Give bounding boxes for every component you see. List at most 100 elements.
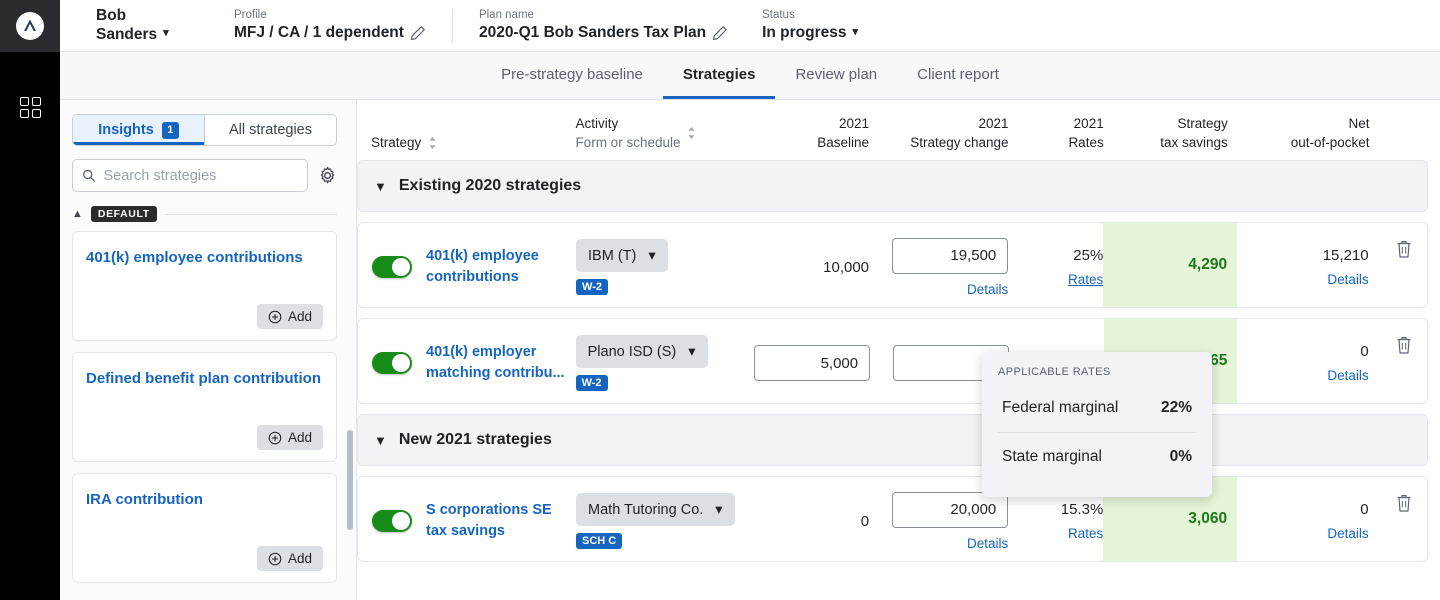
- strategy-name-link[interactable]: 401(k) employee contributions: [426, 246, 576, 288]
- status-label: Status: [762, 9, 795, 21]
- net-out-of-pocket-cell: 0 Details: [1237, 477, 1381, 561]
- baseline-input[interactable]: 5,000: [754, 345, 871, 381]
- client-selector[interactable]: Bob Sanders ▾: [96, 4, 206, 48]
- column-header-savings-bottom: tax savings: [1160, 135, 1228, 150]
- group-divider-line: [164, 213, 337, 215]
- profile-value: MFJ / CA / 1 dependent: [234, 24, 404, 41]
- tab-all-strategies[interactable]: All strategies: [205, 115, 336, 145]
- rates-link[interactable]: Rates: [1068, 526, 1103, 541]
- strategy-name-link[interactable]: 401(k) employer matching contribu...: [426, 342, 576, 384]
- section-header-new-2021[interactable]: ▼ New 2021 strategies: [357, 414, 1428, 466]
- client-first-name: Bob: [96, 7, 127, 24]
- search-box[interactable]: [72, 159, 308, 192]
- activity-cell: Plano ISD (S) ▾ W-2: [575, 319, 755, 403]
- plus-circle-icon: [268, 431, 282, 444]
- column-header-rates-top: 2021: [1073, 116, 1104, 131]
- plan-name-label: Plan name: [478, 9, 534, 21]
- strategy-name-link[interactable]: S corporations SE tax savings: [426, 500, 576, 542]
- baseline-cell: 5,000: [754, 319, 871, 403]
- search-input[interactable]: [103, 167, 298, 184]
- add-strategy-button[interactable]: Add: [256, 304, 323, 329]
- baseline-value: 0: [860, 512, 870, 530]
- strategy-toggle[interactable]: [372, 510, 412, 532]
- form-badge: SCH C: [576, 533, 623, 549]
- sidebar-scrollbar[interactable]: [347, 430, 353, 530]
- trash-icon[interactable]: [1395, 335, 1413, 355]
- tab-strategies[interactable]: Strategies: [662, 53, 776, 99]
- search-row: [72, 159, 337, 192]
- tax-savings-value: 4,290: [1188, 256, 1228, 273]
- column-header-baseline: 2021 Baseline: [755, 114, 869, 152]
- profile-label: Profile: [234, 9, 267, 21]
- column-header-net-top: Net: [1348, 116, 1370, 131]
- plus-circle-icon: [268, 310, 282, 323]
- header-divider: [451, 8, 453, 43]
- section-title: Existing 2020 strategies: [398, 177, 582, 194]
- add-strategy-button[interactable]: Add: [256, 425, 323, 450]
- gear-icon[interactable]: [318, 166, 337, 185]
- form-badge: W-2: [576, 279, 608, 295]
- client-last-name: Sanders: [96, 25, 158, 43]
- tab-review-plan[interactable]: Review plan: [775, 53, 897, 99]
- column-header-activity[interactable]: Activity Form or schedule: [575, 114, 754, 152]
- tab-client-report[interactable]: Client report: [897, 53, 1019, 99]
- column-header-activity-label: Activity: [575, 116, 619, 131]
- list-item[interactable]: IRA contribution Add: [72, 473, 337, 583]
- section-header-existing-2020[interactable]: ▼ Existing 2020 strategies: [357, 160, 1428, 212]
- strategies-table: Strategy Activity Form or schedule 2021 …: [357, 100, 1440, 600]
- sidebar-item-dashboard[interactable]: [0, 78, 60, 136]
- corvee-logo[interactable]: [16, 12, 44, 40]
- logo-icon: [24, 19, 36, 31]
- insight-card-list: 401(k) employee contributions Add Define…: [72, 231, 337, 583]
- activity-cell: IBM (T) ▾ W-2: [576, 223, 755, 307]
- rates-link[interactable]: Rates: [1068, 272, 1103, 287]
- change-details-link[interactable]: Details: [967, 282, 1008, 297]
- status-block[interactable]: Status In progress ▾: [762, 4, 858, 48]
- column-header-change-bottom: Strategy change: [910, 135, 1009, 150]
- list-item[interactable]: 401(k) employee contributions Add: [72, 231, 337, 341]
- table-row: 401(k) employee contributions IBM (T) ▾ …: [357, 222, 1428, 308]
- column-header-strategy[interactable]: Strategy: [357, 133, 575, 152]
- trash-icon[interactable]: [1395, 493, 1413, 513]
- trash-icon[interactable]: [1395, 239, 1413, 259]
- plan-block: Plan name 2020-Q1 Bob Sanders Tax Plan: [479, 4, 728, 48]
- add-strategy-button[interactable]: Add: [256, 546, 323, 571]
- net-details-link[interactable]: Details: [1327, 368, 1368, 383]
- tab-insights[interactable]: Insights 1: [73, 115, 204, 145]
- state-marginal-value: 0%: [1169, 448, 1192, 465]
- strategy-toggle[interactable]: [372, 352, 412, 374]
- activity-select[interactable]: IBM (T) ▾: [576, 239, 668, 272]
- edit-pencil-icon[interactable]: [410, 25, 426, 41]
- strategy-cell: 401(k) employee contributions: [358, 223, 576, 307]
- column-header-activity-sub: Form or schedule: [575, 135, 681, 150]
- tab-pre-strategy-baseline[interactable]: Pre-strategy baseline: [481, 53, 663, 99]
- net-details-link[interactable]: Details: [1327, 526, 1368, 541]
- popover-row-federal: Federal marginal 22%: [998, 384, 1196, 432]
- strategy-change-cell: 19,500 Details: [869, 223, 1016, 307]
- activity-select[interactable]: Math Tutoring Co. ▾: [576, 493, 735, 526]
- column-header-baseline-top: 2021: [838, 116, 869, 131]
- popover-row-state: State marginal 0%: [998, 433, 1196, 481]
- chevron-down-icon: ▾: [688, 343, 696, 360]
- net-details-link[interactable]: Details: [1327, 272, 1368, 287]
- left-nav-rail: [0, 0, 60, 600]
- add-strategy-label: Add: [287, 430, 312, 445]
- column-header-tax-savings: Strategy tax savings: [1104, 114, 1238, 152]
- insights-count-badge: 1: [161, 121, 179, 139]
- add-strategy-label: Add: [287, 309, 312, 324]
- edit-pencil-icon[interactable]: [712, 25, 728, 41]
- chevron-down-icon: ▾: [852, 26, 859, 38]
- strategy-change-input[interactable]: 19,500: [892, 237, 1009, 274]
- list-item[interactable]: Defined benefit plan contribution Add: [72, 352, 337, 462]
- tax-savings-cell: 4,290: [1103, 223, 1238, 307]
- activity-select-value: Plano ISD (S): [587, 343, 677, 360]
- change-details-link[interactable]: Details: [967, 536, 1008, 551]
- status-value: In progress: [762, 24, 847, 41]
- strategy-cell: 401(k) employer matching contribu...: [358, 319, 576, 403]
- activity-select[interactable]: Plano ISD (S) ▾: [575, 335, 708, 368]
- dashboard-grid-icon: [19, 96, 41, 118]
- group-label-default: DEFAULT: [90, 206, 157, 222]
- sidebar-group-header[interactable]: ▲ DEFAULT: [72, 206, 337, 222]
- chevron-down-icon: ▼: [374, 178, 387, 194]
- strategy-toggle[interactable]: [372, 256, 412, 278]
